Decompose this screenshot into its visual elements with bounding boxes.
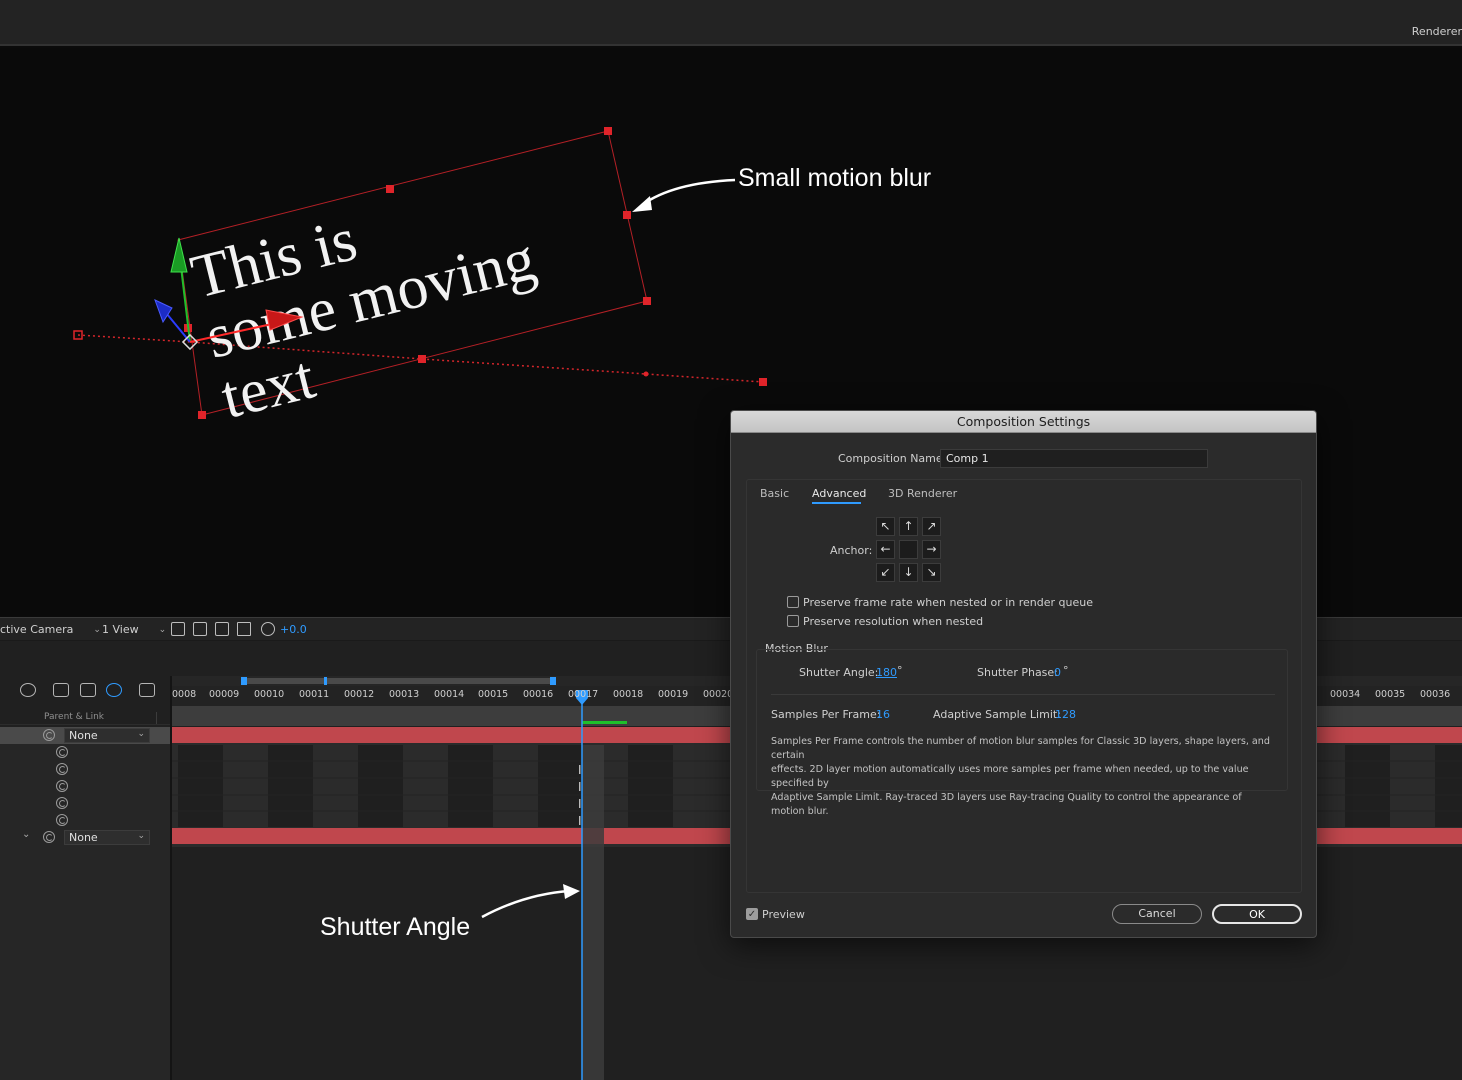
path-point[interactable] (643, 371, 649, 377)
ok-button[interactable]: OK (1212, 904, 1302, 924)
handle-bottom-right[interactable] (643, 297, 651, 305)
preserve-resolution-checkbox[interactable] (787, 615, 799, 627)
anchor-left-button[interactable]: ← (876, 540, 895, 559)
anchor-center-button[interactable] (899, 540, 918, 559)
shutter-angle-label: Shutter Angle: (799, 666, 879, 679)
ruler-label: 00011 (299, 689, 330, 700)
anchor-bottom-right-button[interactable]: ↘ (922, 563, 941, 582)
path-keyframe-end[interactable] (759, 378, 767, 386)
active-tab-indicator (812, 502, 861, 504)
preview-checkbox[interactable]: ✓ (746, 908, 758, 920)
samples-per-frame-label: Samples Per Frame: (771, 708, 881, 721)
tab-basic[interactable]: Basic (760, 487, 789, 500)
ruler-label: 00014 (434, 689, 465, 700)
description-line: effects. 2D layer motion automatically u… (771, 764, 1249, 789)
preserve-resolution-label[interactable]: Preserve resolution when nested (803, 615, 983, 628)
anchor-label: Anchor: (830, 544, 873, 557)
annotation-shutter-angle: Shutter Angle (320, 913, 471, 941)
preserve-frame-rate-checkbox[interactable] (787, 596, 799, 608)
ruler-label: 00018 (613, 689, 644, 700)
ruler-label: 00010 (254, 689, 285, 700)
adaptive-sample-limit-label: Adaptive Sample Limit: (933, 708, 1061, 721)
toggle-pixel-icon[interactable] (171, 622, 185, 636)
z-axis-arrow (154, 299, 173, 324)
view-layout-select[interactable]: 1 View ⌄ (102, 623, 166, 636)
moving-text: This is some moving text (185, 205, 542, 432)
dialog-title[interactable]: Composition Settings (731, 411, 1316, 433)
keyframe-marker: I (578, 814, 582, 828)
samples-per-frame-value[interactable]: 16 (876, 708, 890, 721)
chevron-down-icon: ⌄ (93, 624, 101, 635)
shutter-angle-degree: ° (897, 664, 903, 677)
tab-3d-renderer[interactable]: 3D Renderer (888, 487, 957, 500)
anchor-bottom-left-button[interactable]: ↙ (876, 563, 895, 582)
fast-preview-icon[interactable] (193, 622, 207, 636)
preserve-frame-rate-label[interactable]: Preserve frame rate when nested or in re… (803, 596, 1093, 609)
ruler-label: 00035 (1375, 689, 1406, 700)
cancel-button[interactable]: Cancel (1112, 904, 1202, 924)
ruler-label: 00019 (658, 689, 689, 700)
work-area-end (550, 677, 556, 685)
comp-name-label: Composition Name: (838, 452, 947, 465)
keyframe-marker: I (578, 780, 582, 794)
ruler-label: 00012 (344, 689, 375, 700)
handle-mid-right[interactable] (623, 211, 631, 219)
ruler-label: 00034 (1330, 689, 1361, 700)
view-layout-value: 1 View (102, 623, 139, 636)
handle-top-right[interactable] (604, 127, 612, 135)
anchor-top-right-button[interactable]: ↗ (922, 517, 941, 536)
camera-select[interactable]: ctive Camera ⌄ (0, 623, 101, 636)
ruler-label: 00013 (389, 689, 420, 700)
flowchart-icon[interactable] (237, 622, 251, 636)
keyframe-marker: I (578, 763, 582, 777)
reset-exposure-icon[interactable] (261, 622, 275, 636)
top-bar: Renderer (0, 0, 1462, 46)
anchor-bottom-button[interactable]: ↓ (899, 563, 918, 582)
anchor-right-button[interactable]: → (922, 540, 941, 559)
ruler-label: 00009 (209, 689, 240, 700)
handle-bottom-left[interactable] (198, 411, 206, 419)
ruler-label: 00017 (568, 689, 599, 700)
annotation-small-motion-blur: Small motion blur (738, 164, 932, 192)
description-line: Adaptive Sample Limit. Ray-traced 3D lay… (771, 792, 1242, 817)
shutter-angle-value[interactable]: 180 (876, 666, 897, 679)
work-area-bar (244, 678, 553, 684)
y-axis-arrow (170, 237, 188, 273)
description-line: Samples Per Frame controls the number of… (771, 736, 1270, 761)
preview-label[interactable]: Preview (762, 908, 805, 921)
ruler-label: 00036 (1420, 689, 1451, 700)
ruler-label: 00016 (523, 689, 554, 700)
work-area-start (241, 677, 247, 685)
ruler-label: 00015 (478, 689, 509, 700)
adaptive-sample-limit-value[interactable]: 128 (1055, 708, 1076, 721)
camera-select-value: ctive Camera (0, 623, 74, 636)
shutter-phase-degree: ° (1063, 664, 1069, 677)
exposure-value[interactable]: +0.0 (280, 623, 307, 636)
keyframe-marker: I (578, 797, 582, 811)
renderer-label[interactable]: Renderer (1412, 25, 1462, 38)
shutter-phase-label: Shutter Phase: (977, 666, 1058, 679)
ruler-label: 0008 (172, 689, 197, 700)
path-keyframe[interactable] (418, 355, 426, 363)
handle-top-mid[interactable] (386, 185, 394, 193)
chevron-down-icon: ⌄ (158, 624, 167, 635)
anchor-top-left-button[interactable]: ↖ (876, 517, 895, 536)
comp-name-input[interactable]: Comp 1 (940, 449, 1208, 468)
anchor-top-button[interactable]: ↑ (899, 517, 918, 536)
ruler-label: 00020 (703, 689, 734, 700)
motion-blur-separator (771, 694, 1275, 695)
tab-advanced[interactable]: Advanced (812, 487, 866, 500)
composition-settings-dialog: Composition Settings Composition Name: C… (730, 410, 1317, 938)
timeline-icon[interactable] (215, 622, 229, 636)
shutter-phase-value[interactable]: 0 (1054, 666, 1061, 679)
motion-blur-description: Samples Per Frame controls the number of… (771, 735, 1271, 819)
